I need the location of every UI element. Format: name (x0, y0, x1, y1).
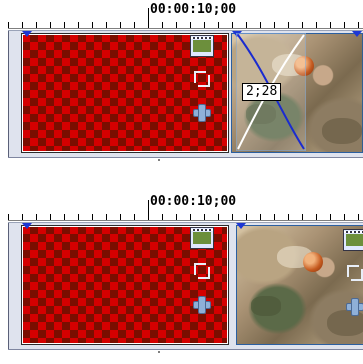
clip-start-marker (22, 223, 32, 229)
motion-icon[interactable] (190, 101, 212, 122)
film-icon[interactable] (343, 229, 363, 251)
ruler-tick (316, 214, 317, 220)
ruler-tick (344, 22, 345, 28)
ruler-tick (274, 22, 275, 28)
ruler-tick (302, 22, 303, 28)
timeline-panel-2: 00:00:10;00 (0, 192, 363, 354)
ruler-tick (64, 22, 65, 28)
ruler-tick (316, 22, 317, 28)
ruler-tick (190, 22, 191, 28)
ruler-tick (50, 214, 51, 220)
ruler-major-tick (148, 8, 149, 28)
ruler-tick (36, 22, 37, 28)
crop-icon[interactable] (343, 263, 363, 283)
timeline-ruler[interactable]: 00:00:10;00 (8, 0, 363, 30)
image-orb (303, 252, 323, 272)
track-edge (8, 223, 9, 349)
transition-duration-label: 2;28 (242, 83, 282, 101)
ruler-tick (288, 214, 289, 220)
ruler-tick (260, 22, 261, 28)
ruler-tick (232, 22, 233, 28)
ruler-tick (8, 214, 9, 220)
timeline-panel-1: 00:00:10;00 2;28 (0, 0, 363, 162)
ruler-tick (120, 22, 121, 28)
ruler-tick (106, 22, 107, 28)
ruler-tick (204, 214, 205, 220)
film-icon[interactable] (190, 227, 214, 249)
ruler-tick (134, 214, 135, 220)
ruler-tick (218, 214, 219, 220)
ruler-tick (92, 22, 93, 28)
video-track[interactable] (8, 222, 363, 353)
ruler-tick (274, 214, 275, 220)
ruler-timecode: 00:00:10;00 (150, 2, 237, 17)
ruler-tick (50, 22, 51, 28)
clip-icon-column (190, 227, 216, 325)
motion-icon[interactable] (190, 293, 212, 314)
ruler-tick (92, 214, 93, 220)
ruler-tick (302, 214, 303, 220)
film-icon[interactable] (190, 35, 214, 57)
ruler-tick (218, 22, 219, 28)
image-detail (322, 118, 362, 144)
ruler-tick (120, 214, 121, 220)
ruler-tick (162, 214, 163, 220)
crop-icon[interactable] (190, 261, 212, 281)
ruler-tick (162, 22, 163, 28)
timeline-ruler[interactable]: 00:00:10;00 (8, 192, 363, 222)
clip-end-marker (352, 31, 362, 37)
ruler-baseline (8, 28, 363, 29)
track-bottom-dots (8, 159, 363, 163)
ruler-tick (190, 214, 191, 220)
clip-start-marker (236, 223, 246, 229)
ruler-tick (22, 214, 23, 220)
clip-icon-column (190, 35, 216, 133)
ruler-tick (246, 22, 247, 28)
ruler-tick (232, 214, 233, 220)
ruler-tick (22, 22, 23, 28)
ruler-tick (8, 22, 9, 28)
ruler-tick (106, 214, 107, 220)
clip-start-marker (22, 31, 32, 37)
ruler-tick (260, 214, 261, 220)
ruler-timecode: 00:00:10;00 (150, 194, 237, 209)
ruler-tick (288, 22, 289, 28)
image-detail (251, 296, 281, 316)
ruler-tick (330, 214, 331, 220)
ruler-tick (134, 22, 135, 28)
ruler-tick (36, 214, 37, 220)
ruler-tick (64, 214, 65, 220)
ruler-tick (78, 22, 79, 28)
video-track[interactable]: 2;28 (8, 30, 363, 161)
clip-icon-column (343, 229, 363, 327)
ruler-tick (78, 214, 79, 220)
ruler-baseline (8, 220, 363, 221)
ruler-tick (358, 22, 359, 28)
ruler-tick (176, 22, 177, 28)
track-edge (8, 31, 9, 157)
ruler-tick (176, 214, 177, 220)
motion-icon[interactable] (343, 295, 363, 316)
ruler-tick (358, 214, 359, 220)
ruler-tick (246, 214, 247, 220)
ruler-tick (204, 22, 205, 28)
ruler-tick (344, 214, 345, 220)
ruler-tick (330, 22, 331, 28)
track-bottom-dots (8, 351, 363, 355)
ruler-major-tick (148, 200, 149, 220)
crop-icon[interactable] (190, 69, 212, 89)
